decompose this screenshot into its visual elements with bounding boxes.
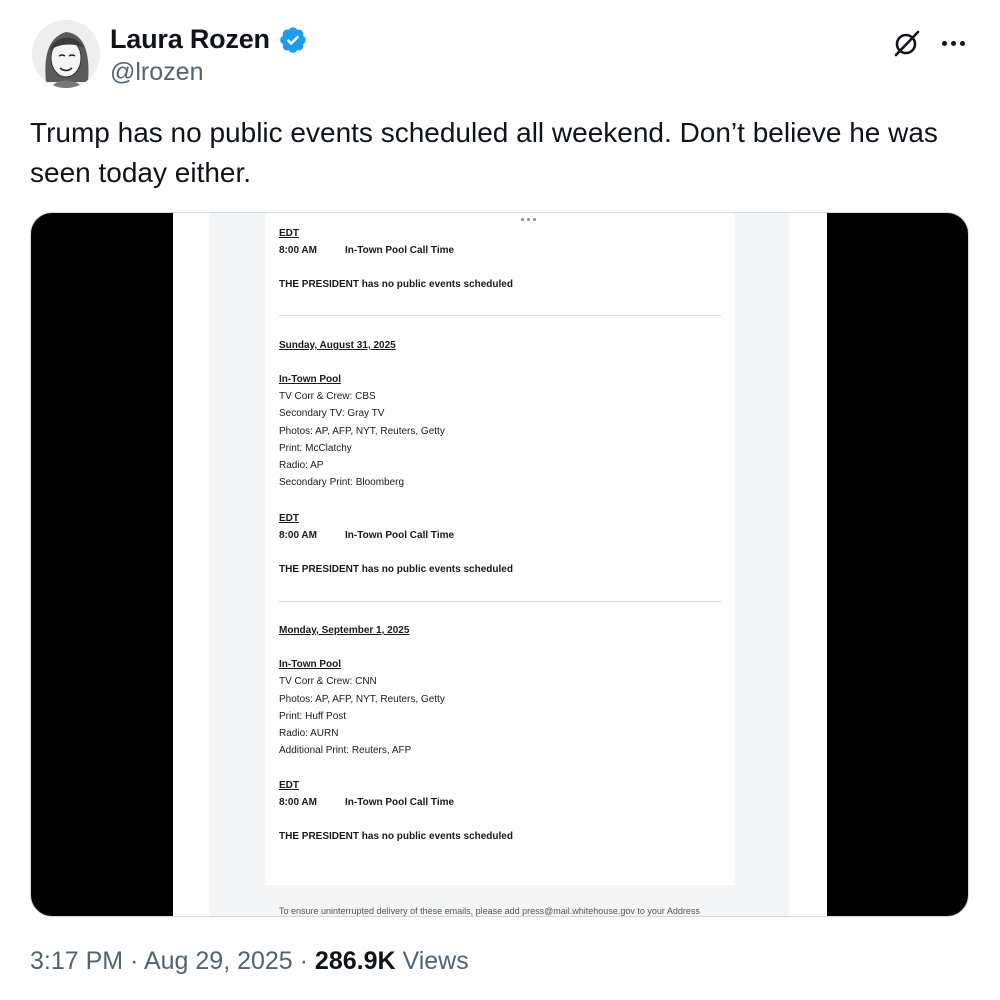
pool-line: Photos: AP, AFP, NYT, Reuters, Getty (279, 694, 445, 705)
schedule-event: In-Town Pool Call Time (345, 797, 455, 808)
views-label: Views (395, 947, 469, 975)
schedule-time: 8:00 AM (279, 797, 317, 808)
schedule-event: In-Town Pool Call Time (345, 245, 455, 256)
timezone-label: EDT (279, 513, 299, 524)
schedule-note: THE PRESIDENT has no public events sched… (279, 831, 513, 842)
schedule-row: 8:00 AM In-Town Pool Call Time (279, 797, 454, 809)
schedule-date: Monday, September 1, 2025 (279, 625, 410, 636)
schedule-note: THE PRESIDENT has no public events sched… (279, 564, 513, 575)
timezone-label: EDT (279, 780, 299, 791)
section-divider (279, 601, 721, 602)
schedule-note: THE PRESIDENT has no public events sched… (279, 279, 513, 290)
pool-line: TV Corr & Crew: CBS (279, 391, 376, 402)
email-footer-text: To ensure uninterrupted delivery of thes… (279, 906, 700, 916)
pool-line: Print: McClatchy (279, 443, 352, 454)
tweet: Laura Rozen @lrozen Trump has no public … (0, 0, 1000, 1000)
schedule-date: Sunday, August 31, 2025 (279, 340, 396, 351)
screenshot-background: EDT 8:00 AM In-Town Pool Call Time THE PR… (209, 213, 789, 916)
schedule-row: 8:00 AM In-Town Pool Call Time (279, 530, 454, 542)
avatar[interactable] (32, 20, 100, 88)
pool-line: Secondary TV: Gray TV (279, 408, 385, 419)
schedule-row: 8:00 AM In-Town Pool Call Time (279, 245, 454, 257)
verified-badge-icon (280, 26, 306, 53)
more-options-icon[interactable] (938, 28, 968, 58)
views-count[interactable]: 286.9K (315, 947, 396, 975)
pool-line: Radio: AURN (279, 728, 339, 739)
timezone-label: EDT (279, 228, 299, 239)
top-actions (892, 28, 968, 58)
pool-line: TV Corr & Crew: CNN (279, 676, 377, 687)
handle[interactable]: @lrozen (110, 58, 203, 87)
meta-separator: · (123, 947, 144, 975)
section-divider (279, 315, 721, 316)
grok-icon[interactable] (892, 28, 922, 58)
schedule-time: 8:00 AM (279, 245, 317, 256)
post-time[interactable]: 3:17 PM (30, 947, 123, 975)
display-name[interactable]: Laura Rozen (110, 24, 270, 55)
tweet-media-image[interactable]: EDT 8:00 AM In-Town Pool Call Time THE PR… (30, 212, 969, 917)
tweet-text: Trump has no public events scheduled all… (30, 117, 938, 188)
email-content: EDT 8:00 AM In-Town Pool Call Time THE PR… (265, 213, 735, 885)
avatar-sketch-image (32, 20, 100, 88)
tweet-meta: 3:17 PM · Aug 29, 2025 · 286.9K Views (30, 947, 469, 976)
pool-line: Radio: AP (279, 460, 324, 471)
pool-line: Secondary Print: Bloomberg (279, 477, 405, 488)
pool-title: In-Town Pool (279, 374, 342, 385)
pool-title: In-Town Pool (279, 659, 342, 670)
screenshot-page: EDT 8:00 AM In-Town Pool Call Time THE PR… (173, 213, 827, 916)
post-date[interactable]: Aug 29, 2025 (144, 947, 293, 975)
meta-separator: · (292, 947, 315, 975)
pool-line: Additional Print: Reuters, AFP (279, 745, 412, 756)
pool-line: Photos: AP, AFP, NYT, Reuters, Getty (279, 426, 445, 437)
schedule-time: 8:00 AM (279, 530, 317, 541)
screenshot-more-icon (521, 218, 541, 221)
author-name-row[interactable]: Laura Rozen (110, 24, 308, 55)
schedule-event: In-Town Pool Call Time (345, 530, 455, 541)
pool-line: Print: Huff Post (279, 711, 347, 722)
